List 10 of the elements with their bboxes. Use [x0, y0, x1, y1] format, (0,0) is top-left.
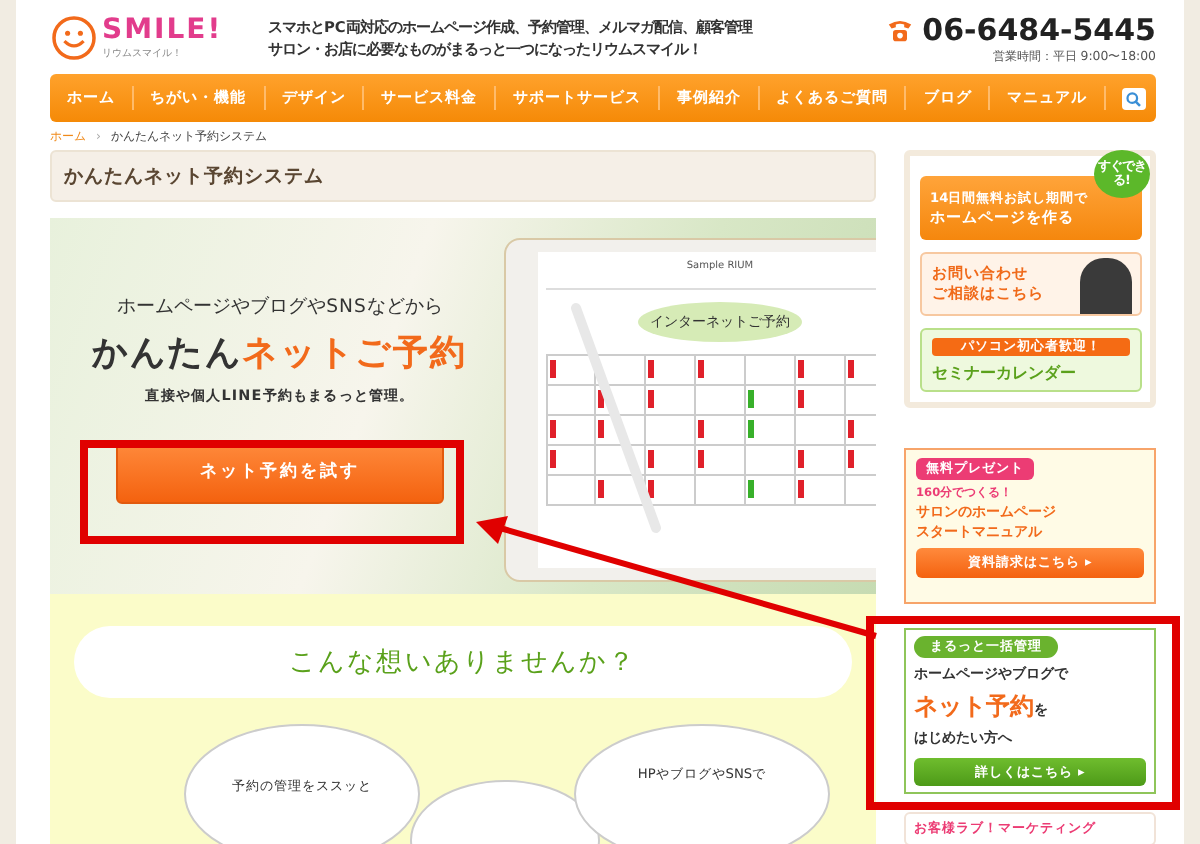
telephone-icon [886, 16, 915, 44]
hero-lead: ホームページやブログやSNSなどから [117, 294, 443, 320]
search-button[interactable] [1122, 87, 1147, 109]
page-title: かんたんネット予約システム [50, 150, 876, 202]
smiley-icon [50, 13, 98, 61]
photo-placeholder [1080, 258, 1132, 314]
logo-text: SMILE! [102, 15, 223, 45]
hero-headline: かんたんネットご予約 [91, 332, 468, 376]
section-heading: こんな想いありませんか？ [74, 626, 852, 698]
phone-number: 06-6484-5445 [922, 12, 1156, 48]
